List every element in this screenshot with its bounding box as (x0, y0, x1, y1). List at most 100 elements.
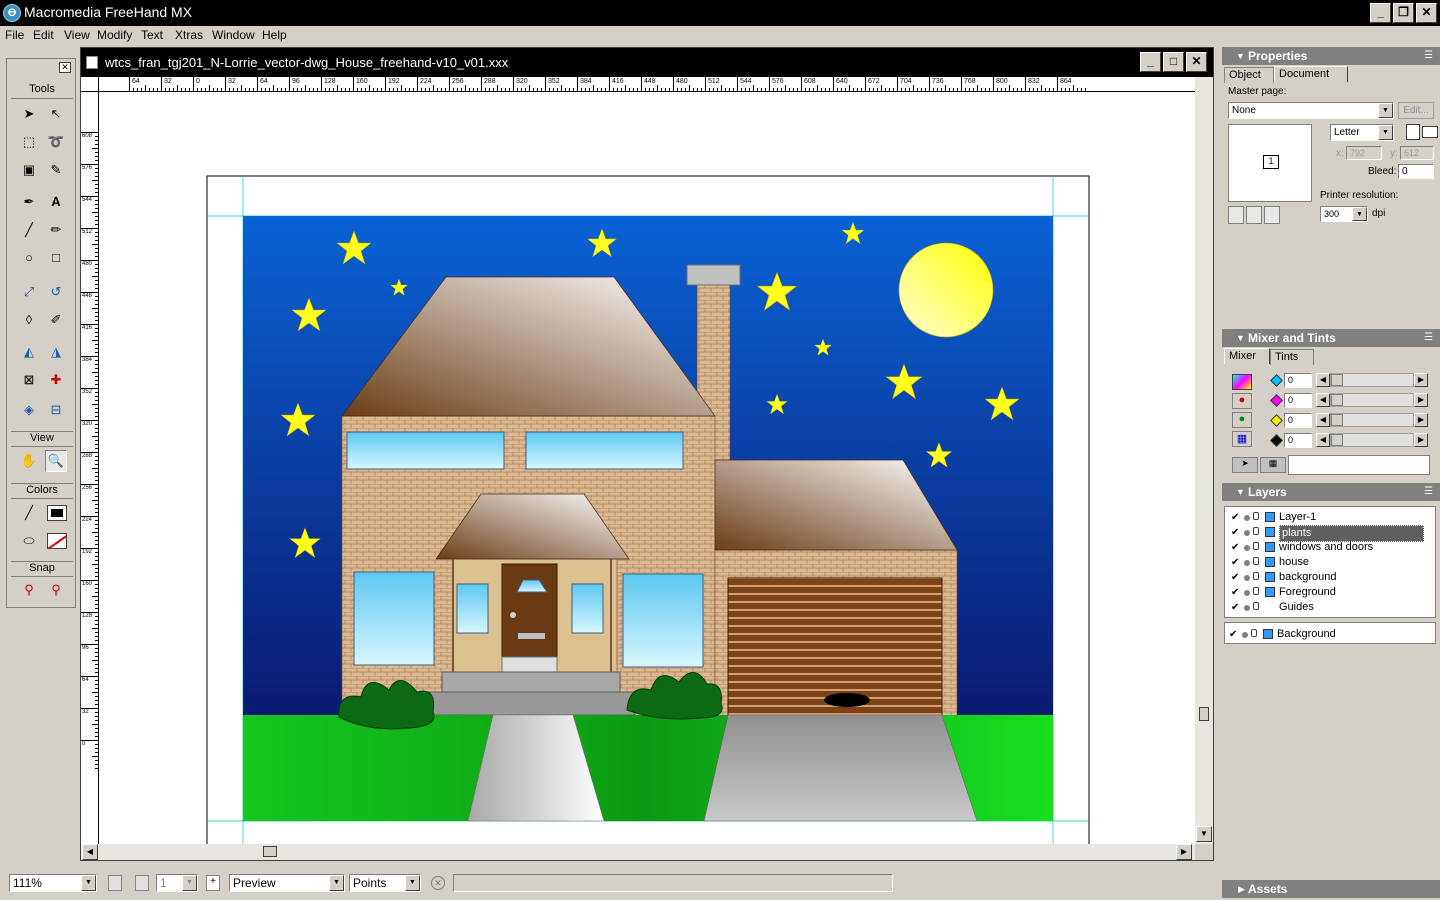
layer-visible-check-icon[interactable]: ✔ (1231, 540, 1241, 555)
line-tool-icon[interactable]: ╱ (18, 219, 40, 241)
layer-view-dot-icon[interactable] (1244, 530, 1250, 536)
layers-options-icon[interactable]: ☰ (1424, 486, 1433, 497)
transform-tool-icon[interactable]: ⊠ (18, 369, 40, 391)
layer-row[interactable]: ✔ Foreground (1229, 585, 1439, 600)
assets-expand-icon[interactable]: ▶ (1238, 884, 1245, 895)
ruler-origin[interactable] (81, 77, 99, 92)
layer-visible-check-icon[interactable]: ✔ (1231, 555, 1241, 570)
cancel-render-icon[interactable]: ✕ (431, 876, 445, 890)
layer-view-dot-icon[interactable] (1242, 632, 1248, 638)
color-preview-well[interactable] (1288, 455, 1430, 475)
channel-slider-track[interactable] (1330, 393, 1414, 407)
channel-slider-track[interactable] (1330, 433, 1414, 447)
minimize-button[interactable]: _ (1370, 3, 1391, 23)
extrude-tool-icon[interactable]: ◈ (18, 399, 40, 421)
channel-value-field[interactable]: 0 (1284, 393, 1312, 408)
channel-slider-track[interactable] (1330, 373, 1414, 387)
tab-document[interactable]: Document (1274, 66, 1348, 82)
eraser-tool-icon[interactable]: ◊ (18, 309, 40, 331)
channel-value-field[interactable]: 0 (1284, 373, 1312, 388)
pen-tool-icon[interactable]: ✒ (18, 191, 40, 213)
toolbox-close-icon[interactable]: ✕ (59, 62, 71, 73)
zoom-dropdown-icon[interactable]: ▼ (81, 875, 96, 891)
channel-value-field[interactable]: 0 (1284, 413, 1312, 428)
layer-row[interactable]: ✔ Guides (1229, 600, 1439, 615)
page-tool-b-icon[interactable] (1246, 206, 1262, 224)
view-mode-dropdown-icon[interactable]: ▼ (329, 875, 344, 891)
properties-header[interactable]: Properties (1222, 47, 1440, 65)
layer-row[interactable]: ✔ plants (1229, 525, 1439, 542)
blend-tool-icon[interactable]: ◭ (18, 341, 40, 363)
tab-mixer[interactable]: Mixer (1224, 348, 1270, 364)
menu-help[interactable]: Help (262, 28, 287, 42)
eyedropper-tool-icon[interactable]: ✎ (45, 159, 67, 181)
bleed-field[interactable]: 0 (1398, 164, 1434, 179)
menu-view[interactable]: View (64, 28, 90, 42)
layer-color-swatch[interactable] (1265, 572, 1275, 582)
menu-file[interactable]: File (5, 28, 24, 42)
assets-header[interactable]: Assets (1222, 880, 1440, 898)
channel-slider-thumb[interactable] (1331, 374, 1343, 386)
edit-master-button[interactable]: Edit... (1398, 102, 1434, 119)
channel-value-field[interactable]: 0 (1284, 433, 1312, 448)
menu-modify[interactable]: Modify (97, 28, 132, 42)
page-dropdown-icon[interactable]: ▼ (182, 875, 197, 891)
add-page-icon[interactable]: + (206, 875, 220, 891)
landscape-icon[interactable] (1422, 126, 1438, 138)
page-tool-a-icon[interactable] (1228, 206, 1244, 224)
layer-lock-icon[interactable] (1253, 587, 1259, 595)
channel-decrease-icon[interactable]: ◀ (1316, 373, 1330, 387)
horizontal-scrollbar[interactable]: ◀ ▶ (81, 844, 1195, 860)
zoom-field[interactable]: 111% ▼ (9, 874, 97, 892)
layer-view-dot-icon[interactable] (1244, 515, 1250, 521)
layer-row-background[interactable]: ✔ Background (1227, 627, 1437, 642)
layer-row[interactable]: ✔ house (1229, 555, 1439, 570)
printer-resolution-select[interactable]: 300 ▼ (1320, 206, 1368, 222)
knife-tool-icon[interactable]: ✐ (45, 309, 67, 331)
layer-visible-check-icon[interactable]: ✔ (1231, 585, 1241, 600)
rectangle-tool-icon[interactable]: □ (45, 247, 67, 269)
prev-page-icon[interactable] (108, 875, 122, 891)
channel-slider-thumb[interactable] (1331, 394, 1343, 406)
master-page-dropdown-icon[interactable]: ▼ (1378, 103, 1393, 118)
mixer-options-icon[interactable]: ☰ (1424, 332, 1433, 343)
page-size-select[interactable]: Letter ▼ (1330, 124, 1394, 141)
layer-lock-icon[interactable] (1253, 572, 1259, 580)
scroll-down-arrow-icon[interactable]: ▼ (1196, 826, 1212, 842)
layer-row[interactable]: ✔ windows and doors (1229, 540, 1439, 555)
stroke-color-icon[interactable]: ╱ (18, 502, 40, 524)
page-tool-icon[interactable]: ⬚ (18, 131, 40, 153)
properties-options-icon[interactable]: ☰ (1424, 50, 1433, 61)
channel-increase-icon[interactable]: ▶ (1414, 393, 1428, 407)
vertical-scrollbar[interactable]: ▼ (1195, 77, 1213, 844)
envelope-tool-icon[interactable]: ◮ (45, 341, 67, 363)
add-to-swatches-icon[interactable]: ➤ (1232, 457, 1258, 473)
layer-lock-icon[interactable] (1253, 512, 1259, 520)
page-number-field[interactable]: 1 ▼ (156, 874, 198, 892)
channel-decrease-icon[interactable]: ◀ (1316, 433, 1330, 447)
menu-window[interactable]: Window (212, 28, 255, 42)
vertical-ruler[interactable]: 608 576 544 512 480 448 416 384 352 320 288 256 224 1… (81, 92, 99, 844)
subselect-tool-icon[interactable]: ↖ (45, 103, 67, 125)
layer-color-swatch[interactable] (1263, 629, 1273, 639)
layer-color-swatch[interactable] (1265, 557, 1275, 567)
layer-lock-icon[interactable] (1251, 629, 1257, 637)
doc-minimize-button[interactable]: _ (1140, 52, 1161, 72)
hand-tool-icon[interactable]: ✋ (18, 450, 40, 472)
layer-view-dot-icon[interactable] (1244, 545, 1250, 551)
layer-visible-check-icon[interactable]: ✔ (1231, 600, 1241, 615)
pointer-tool-icon[interactable]: ➤ (18, 103, 40, 125)
layer-view-dot-icon[interactable] (1244, 575, 1250, 581)
mixer-collapse-icon[interactable]: ▼ (1236, 333, 1245, 343)
layer-color-swatch[interactable] (1265, 512, 1275, 522)
channel-increase-icon[interactable]: ▶ (1414, 433, 1428, 447)
scroll-left-arrow-icon[interactable]: ◀ (82, 844, 98, 860)
layer-lock-icon[interactable] (1253, 542, 1259, 550)
ellipse-tool-icon[interactable]: ○ (18, 247, 40, 269)
menu-edit[interactable]: Edit (33, 28, 54, 42)
swatch-grid-icon[interactable]: ▦ (1260, 457, 1286, 473)
units-dropdown-icon[interactable]: ▼ (405, 875, 420, 891)
tab-object[interactable]: Object (1224, 67, 1274, 83)
page-tool-c-icon[interactable] (1264, 206, 1280, 224)
menu-text[interactable]: Text (141, 28, 163, 42)
